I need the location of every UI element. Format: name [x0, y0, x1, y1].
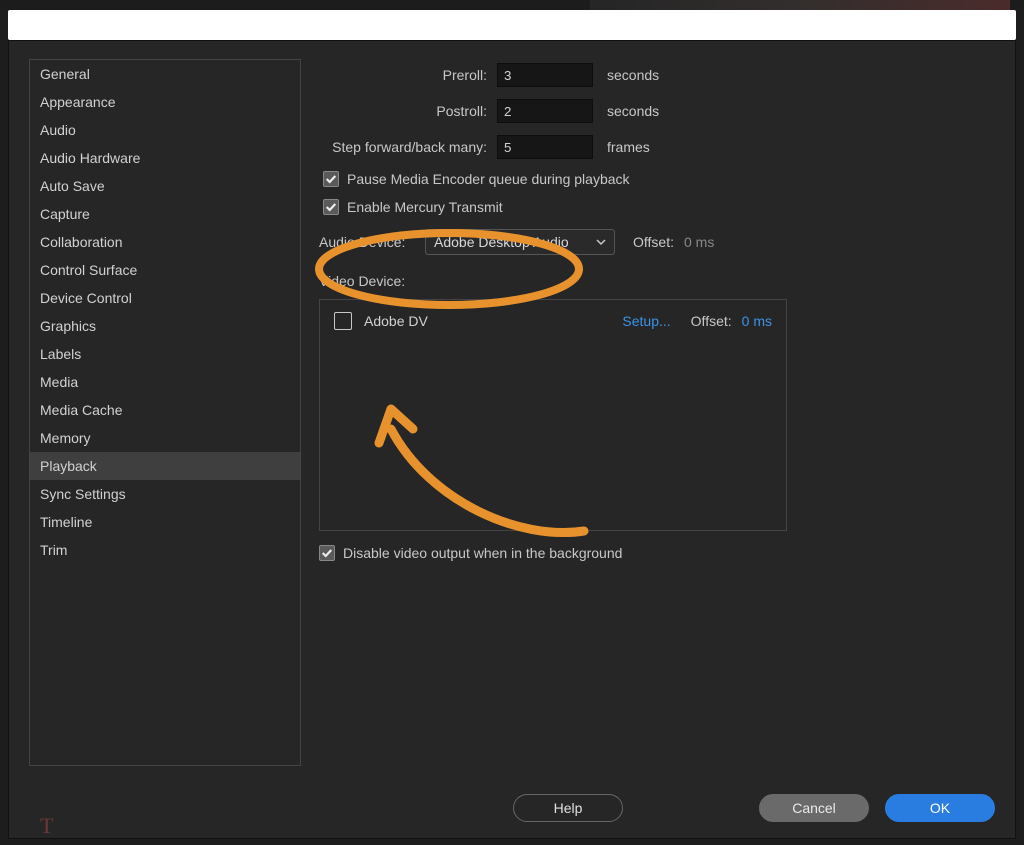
step-unit: frames [607, 139, 650, 155]
dialog-footer: Help Cancel OK [9, 778, 1015, 838]
disable-video-bg-label: Disable video output when in the backgro… [343, 545, 622, 561]
postroll-input[interactable] [497, 99, 593, 123]
sidebar-item-general[interactable]: General [30, 60, 300, 88]
sidebar-item-auto-save[interactable]: Auto Save [30, 172, 300, 200]
adobe-dv-checkbox[interactable] [334, 312, 352, 330]
audio-device-dropdown[interactable]: Adobe Desktop Audio [425, 229, 615, 255]
sidebar-item-graphics[interactable]: Graphics [30, 312, 300, 340]
preroll-input[interactable] [497, 63, 593, 87]
audio-offset-label: Offset: [633, 234, 674, 250]
sidebar-item-labels[interactable]: Labels [30, 340, 300, 368]
background-image-hint [590, 0, 1010, 10]
sidebar-item-control-surface[interactable]: Control Surface [30, 256, 300, 284]
audio-device-label: Audio Device: [319, 234, 415, 250]
preroll-row: Preroll: seconds [319, 63, 995, 87]
adobe-dv-label: Adobe DV [364, 313, 622, 329]
video-device-label: Video Device: [319, 273, 995, 289]
background-app-toolbar: T [40, 809, 53, 843]
help-button[interactable]: Help [513, 794, 623, 822]
adobe-dv-offset-value[interactable]: 0 ms [742, 313, 772, 329]
sidebar-item-media[interactable]: Media [30, 368, 300, 396]
step-row: Step forward/back many: frames [319, 135, 995, 159]
enable-mercury-checkbox[interactable] [323, 199, 339, 215]
postroll-row: Postroll: seconds [319, 99, 995, 123]
postroll-unit: seconds [607, 103, 659, 119]
sidebar-item-appearance[interactable]: Appearance [30, 88, 300, 116]
checkmark-icon [321, 547, 333, 559]
video-device-row: Adobe DV Setup... Offset: 0 ms [334, 312, 772, 330]
adobe-dv-offset-label: Offset: [691, 313, 732, 329]
enable-mercury-label: Enable Mercury Transmit [347, 199, 503, 215]
preroll-label: Preroll: [319, 67, 487, 83]
cancel-button[interactable]: Cancel [759, 794, 869, 822]
pause-media-encoder-label: Pause Media Encoder queue during playbac… [347, 171, 630, 187]
sidebar-item-audio-hardware[interactable]: Audio Hardware [30, 144, 300, 172]
dialog-content: GeneralAppearanceAudioAudio HardwareAuto… [29, 59, 995, 766]
chevron-down-icon [596, 237, 606, 247]
type-tool-icon: T [40, 813, 53, 839]
adobe-dv-setup-link[interactable]: Setup... [622, 313, 670, 329]
sidebar-item-trim[interactable]: Trim [30, 536, 300, 564]
enable-mercury-row: Enable Mercury Transmit [323, 199, 995, 215]
sidebar-item-playback[interactable]: Playback [30, 452, 300, 480]
preferences-dialog: GeneralAppearanceAudioAudio HardwareAuto… [8, 40, 1016, 839]
sidebar-item-audio[interactable]: Audio [30, 116, 300, 144]
pause-media-encoder-checkbox[interactable] [323, 171, 339, 187]
postroll-label: Postroll: [319, 103, 487, 119]
sidebar-item-device-control[interactable]: Device Control [30, 284, 300, 312]
checkmark-icon [325, 201, 337, 213]
sidebar-item-sync-settings[interactable]: Sync Settings [30, 480, 300, 508]
disable-video-bg-row: Disable video output when in the backgro… [319, 545, 995, 561]
sidebar-item-timeline[interactable]: Timeline [30, 508, 300, 536]
preferences-sidebar: GeneralAppearanceAudioAudio HardwareAuto… [29, 59, 301, 766]
sidebar-item-capture[interactable]: Capture [30, 200, 300, 228]
sidebar-item-collaboration[interactable]: Collaboration [30, 228, 300, 256]
audio-device-row: Audio Device: Adobe Desktop Audio Offset… [319, 229, 995, 255]
video-device-panel: Adobe DV Setup... Offset: 0 ms [319, 299, 787, 531]
disable-video-bg-checkbox[interactable] [319, 545, 335, 561]
playback-panel: Preroll: seconds Postroll: seconds Step … [319, 59, 995, 766]
step-input[interactable] [497, 135, 593, 159]
sidebar-item-memory[interactable]: Memory [30, 424, 300, 452]
step-label: Step forward/back many: [319, 139, 487, 155]
pause-media-encoder-row: Pause Media Encoder queue during playbac… [323, 171, 995, 187]
sidebar-item-media-cache[interactable]: Media Cache [30, 396, 300, 424]
dialog-titlebar [8, 10, 1016, 40]
audio-offset-value[interactable]: 0 ms [684, 234, 714, 250]
ok-button[interactable]: OK [885, 794, 995, 822]
audio-device-selected: Adobe Desktop Audio [434, 234, 569, 250]
checkmark-icon [325, 173, 337, 185]
preroll-unit: seconds [607, 67, 659, 83]
